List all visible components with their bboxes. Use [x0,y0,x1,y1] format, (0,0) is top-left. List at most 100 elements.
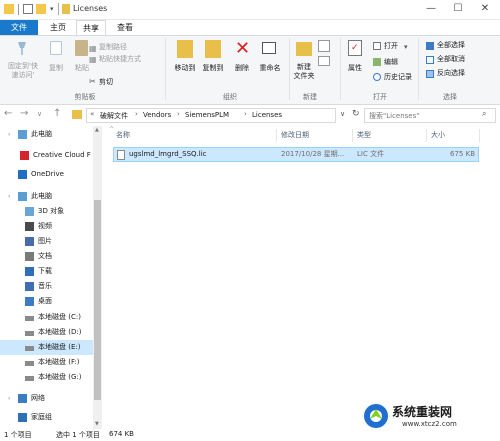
chevron-down-icon[interactable]: ▾ [50,5,54,13]
invert-selection-button[interactable]: 反向选择 [437,69,465,78]
sidebar-item[interactable]: 网络 [0,391,94,406]
select-all-button[interactable]: 全部选择 [437,41,465,50]
tab-share[interactable]: 共享 [76,20,106,35]
new-item-icon[interactable] [318,40,330,52]
search-icon[interactable]: ⌕ [482,109,486,119]
column-header-size[interactable]: 大小 [431,127,445,144]
select-none-button[interactable]: 全部取消 [437,55,465,64]
chevron-down-icon[interactable]: ▾ [404,43,408,51]
watermark-title: 系统重装网 [392,405,453,419]
sidebar-item[interactable]: 本地磁盘 (G:) [0,370,94,385]
column-divider[interactable] [276,129,277,142]
open-button[interactable]: 打开 [384,42,398,51]
up-button[interactable]: ↑ [53,108,61,119]
breadcrumb-item[interactable]: Licenses [252,111,282,119]
expand-chevron-icon[interactable]: › [8,395,10,402]
maximize-button[interactable]: ☐ [451,2,465,16]
file-name[interactable]: ugslmd_lmgrd_SSQ.lic [129,147,207,162]
sidebar-item-label: OneDrive [31,170,64,178]
easy-access-icon[interactable] [318,56,330,66]
sidebar-item[interactable]: 3D 对象 [0,204,94,219]
scroll-down-icon[interactable]: ▼ [95,421,99,427]
refresh-icon[interactable]: ↻ [352,109,360,119]
column-header-date[interactable]: 修改日期 [281,127,309,144]
edit-button[interactable]: 编辑 [384,58,398,67]
selected-count: 选中 1 个项目 [56,431,100,439]
properties-button[interactable]: 属性 [343,64,367,73]
breadcrumb-item[interactable]: SiemensPLM [185,111,229,119]
pin-quick-access-button-label[interactable]: 固定到'快 [6,62,40,71]
file-date: 2017/10/28 星期... [281,150,345,158]
divider [18,4,19,15]
sidebar-item[interactable]: 下载 [0,264,94,279]
new-folder-button[interactable]: 新建 [290,63,318,72]
forward-button[interactable]: → [20,108,28,119]
sidebar-item-label: 视频 [38,222,52,230]
copy-button[interactable]: 复制 [44,64,68,73]
file-type: LIC 文件 [357,150,385,158]
delete-button[interactable]: 删除 [229,64,255,73]
breadcrumb-item[interactable]: Vendors [143,111,171,119]
column-divider[interactable] [426,129,427,142]
sidebar-item[interactable]: 音乐 [0,279,94,294]
history-icon [373,73,381,81]
divider [418,38,419,100]
new-folder-button-line2[interactable]: 文件夹 [290,72,318,81]
sort-indicator-icon: ^ [109,126,115,133]
expand-chevron-icon[interactable]: › [8,131,10,138]
copy-to-button[interactable]: 复制到 [196,64,230,73]
sidebar-item[interactable]: 本地磁盘 (C:) [0,310,94,325]
copy-path-button[interactable]: 复制路径 [99,43,127,52]
sidebar-item[interactable]: 图片 [0,234,94,249]
history-button[interactable]: 历史记录 [384,73,412,82]
sidebar-item[interactable]: 视频 [0,219,94,234]
recent-locations-button[interactable]: ∨ [37,110,42,118]
window-title: Licenses [73,4,108,13]
checkmark-icon: ✓ [351,43,359,53]
expand-chevron-icon[interactable]: › [8,193,10,200]
column-header-type[interactable]: 类型 [357,127,371,144]
column-divider[interactable] [352,129,353,142]
sidebar-item[interactable]: OneDrive [0,167,94,182]
paste-shortcut-button[interactable]: 粘贴快捷方式 [99,55,141,64]
sidebar-item[interactable]: 本地磁盘 (F:) [0,355,94,370]
tab-view[interactable]: 查看 [110,20,140,35]
sidebar-item[interactable]: 此电脑 [0,127,94,142]
sidebar-item[interactable]: 文档 [0,249,94,264]
new-group-label: 新建 [303,93,317,101]
watermark-logo [364,404,388,428]
sidebar-item[interactable]: 本地磁盘 (E:) [0,340,94,355]
new-folder-icon[interactable] [36,4,46,14]
column-divider[interactable] [479,129,480,142]
organize-group-label: 组织 [223,93,237,101]
copy-path-icon: ▦ [89,44,97,53]
close-button[interactable]: ✕ [478,2,492,16]
watermark-url: www.xtcz2.com [402,420,457,428]
documents-icon [25,252,34,261]
pin-quick-access-button-label-2[interactable]: 速访问' [6,71,40,80]
column-header-name[interactable]: 名称 [116,127,130,144]
tab-file[interactable]: 文件 [0,20,38,35]
drive-icon [25,331,34,336]
breadcrumb-overflow-icon[interactable]: « [90,110,94,118]
back-button[interactable]: ← [4,108,12,119]
cut-button[interactable]: 剪切 [99,78,113,87]
properties-icon[interactable] [23,4,33,14]
sidebar-item[interactable]: Creative Cloud F [0,148,94,163]
sidebar-item[interactable]: 桌面 [0,294,94,309]
tab-home[interactable]: 主页 [43,20,73,35]
sidebar-item-label: 本地磁盘 (F:) [38,358,80,366]
sidebar-item[interactable]: 本地磁盘 (D:) [0,325,94,340]
sidebar-item[interactable]: 家庭组 [0,410,94,425]
pictures-icon [25,237,34,246]
scroll-up-icon[interactable]: ▲ [95,127,99,133]
paste-button[interactable]: 粘贴 [70,64,94,73]
pin-icon [14,40,30,56]
minimize-button[interactable]: — [424,2,438,16]
divider [58,3,59,15]
address-dropdown-icon[interactable]: ∨ [340,110,345,118]
sidebar-item[interactable]: 此电脑 [0,189,94,204]
breadcrumb-item[interactable]: 破解文件 [100,111,128,121]
rename-button[interactable]: 重命名 [255,64,285,73]
nav-scrollbar-thumb[interactable] [94,200,101,400]
